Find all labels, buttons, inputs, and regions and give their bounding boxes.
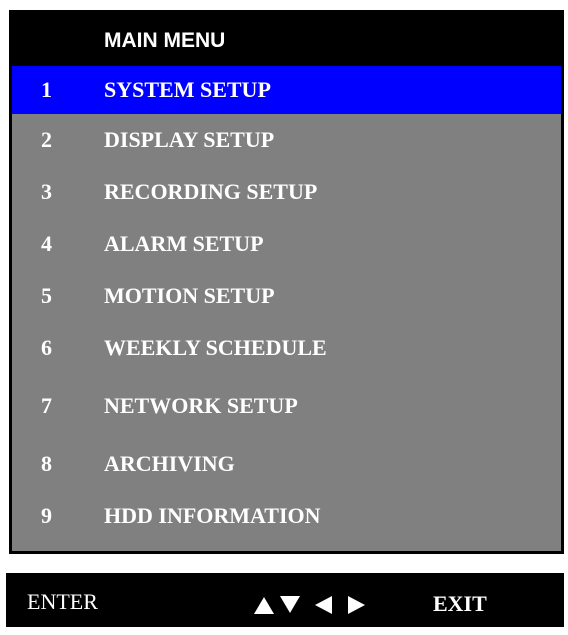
down-arrow-icon[interactable] [279, 595, 301, 615]
menu-title: MAIN MENU [104, 29, 226, 52]
menu-item-archiving[interactable]: 8 ARCHIVING [12, 440, 561, 488]
menu-item-recording-setup[interactable]: 3 RECORDING SETUP [12, 168, 561, 216]
menu-item-label: ARCHIVING [104, 451, 235, 476]
menu-list: 1 SYSTEM SETUP 2 DISPLAY SETUP 3 RECORDI… [12, 66, 561, 551]
navigation-arrows [253, 595, 413, 615]
menu-item-number: 5 [41, 283, 52, 308]
menu-item-label: HDD INFORMATION [104, 503, 321, 528]
main-menu-panel: MAIN MENU 1 SYSTEM SETUP 2 DISPLAY SETUP… [9, 10, 564, 554]
menu-item-label: MOTION SETUP [104, 283, 275, 308]
menu-item-display-setup[interactable]: 2 DISPLAY SETUP [12, 116, 561, 164]
menu-item-network-setup[interactable]: 7 NETWORK SETUP [12, 382, 561, 430]
exit-button[interactable]: EXIT [433, 573, 487, 627]
up-arrow-icon[interactable] [253, 595, 275, 615]
menu-item-system-setup[interactable]: 1 SYSTEM SETUP [12, 66, 561, 114]
menu-item-alarm-setup[interactable]: 4 ALARM SETUP [12, 220, 561, 268]
menu-item-number: 2 [41, 127, 52, 152]
menu-item-number: 8 [41, 451, 52, 476]
footer-bar: ENTER EXIT [6, 573, 564, 627]
menu-item-label: SYSTEM SETUP [104, 77, 271, 102]
menu-item-label: RECORDING SETUP [104, 179, 318, 204]
menu-item-number: 3 [41, 179, 52, 204]
menu-item-number: 7 [41, 393, 52, 418]
menu-item-number: 4 [41, 231, 52, 256]
menu-item-label: ALARM SETUP [104, 231, 264, 256]
left-arrow-icon[interactable] [313, 595, 333, 615]
menu-item-number: 1 [41, 77, 52, 102]
menu-item-label: DISPLAY SETUP [104, 127, 275, 152]
menu-item-number: 6 [41, 335, 52, 360]
menu-item-label: NETWORK SETUP [104, 393, 298, 418]
enter-button[interactable]: ENTER [27, 573, 98, 627]
menu-item-weekly-schedule[interactable]: 6 WEEKLY SCHEDULE [12, 324, 561, 372]
menu-item-hdd-information[interactable]: 9 HDD INFORMATION [12, 492, 561, 540]
menu-item-label: WEEKLY SCHEDULE [104, 335, 327, 360]
menu-item-number: 9 [41, 503, 52, 528]
right-arrow-icon[interactable] [347, 595, 367, 615]
menu-item-motion-setup[interactable]: 5 MOTION SETUP [12, 272, 561, 320]
